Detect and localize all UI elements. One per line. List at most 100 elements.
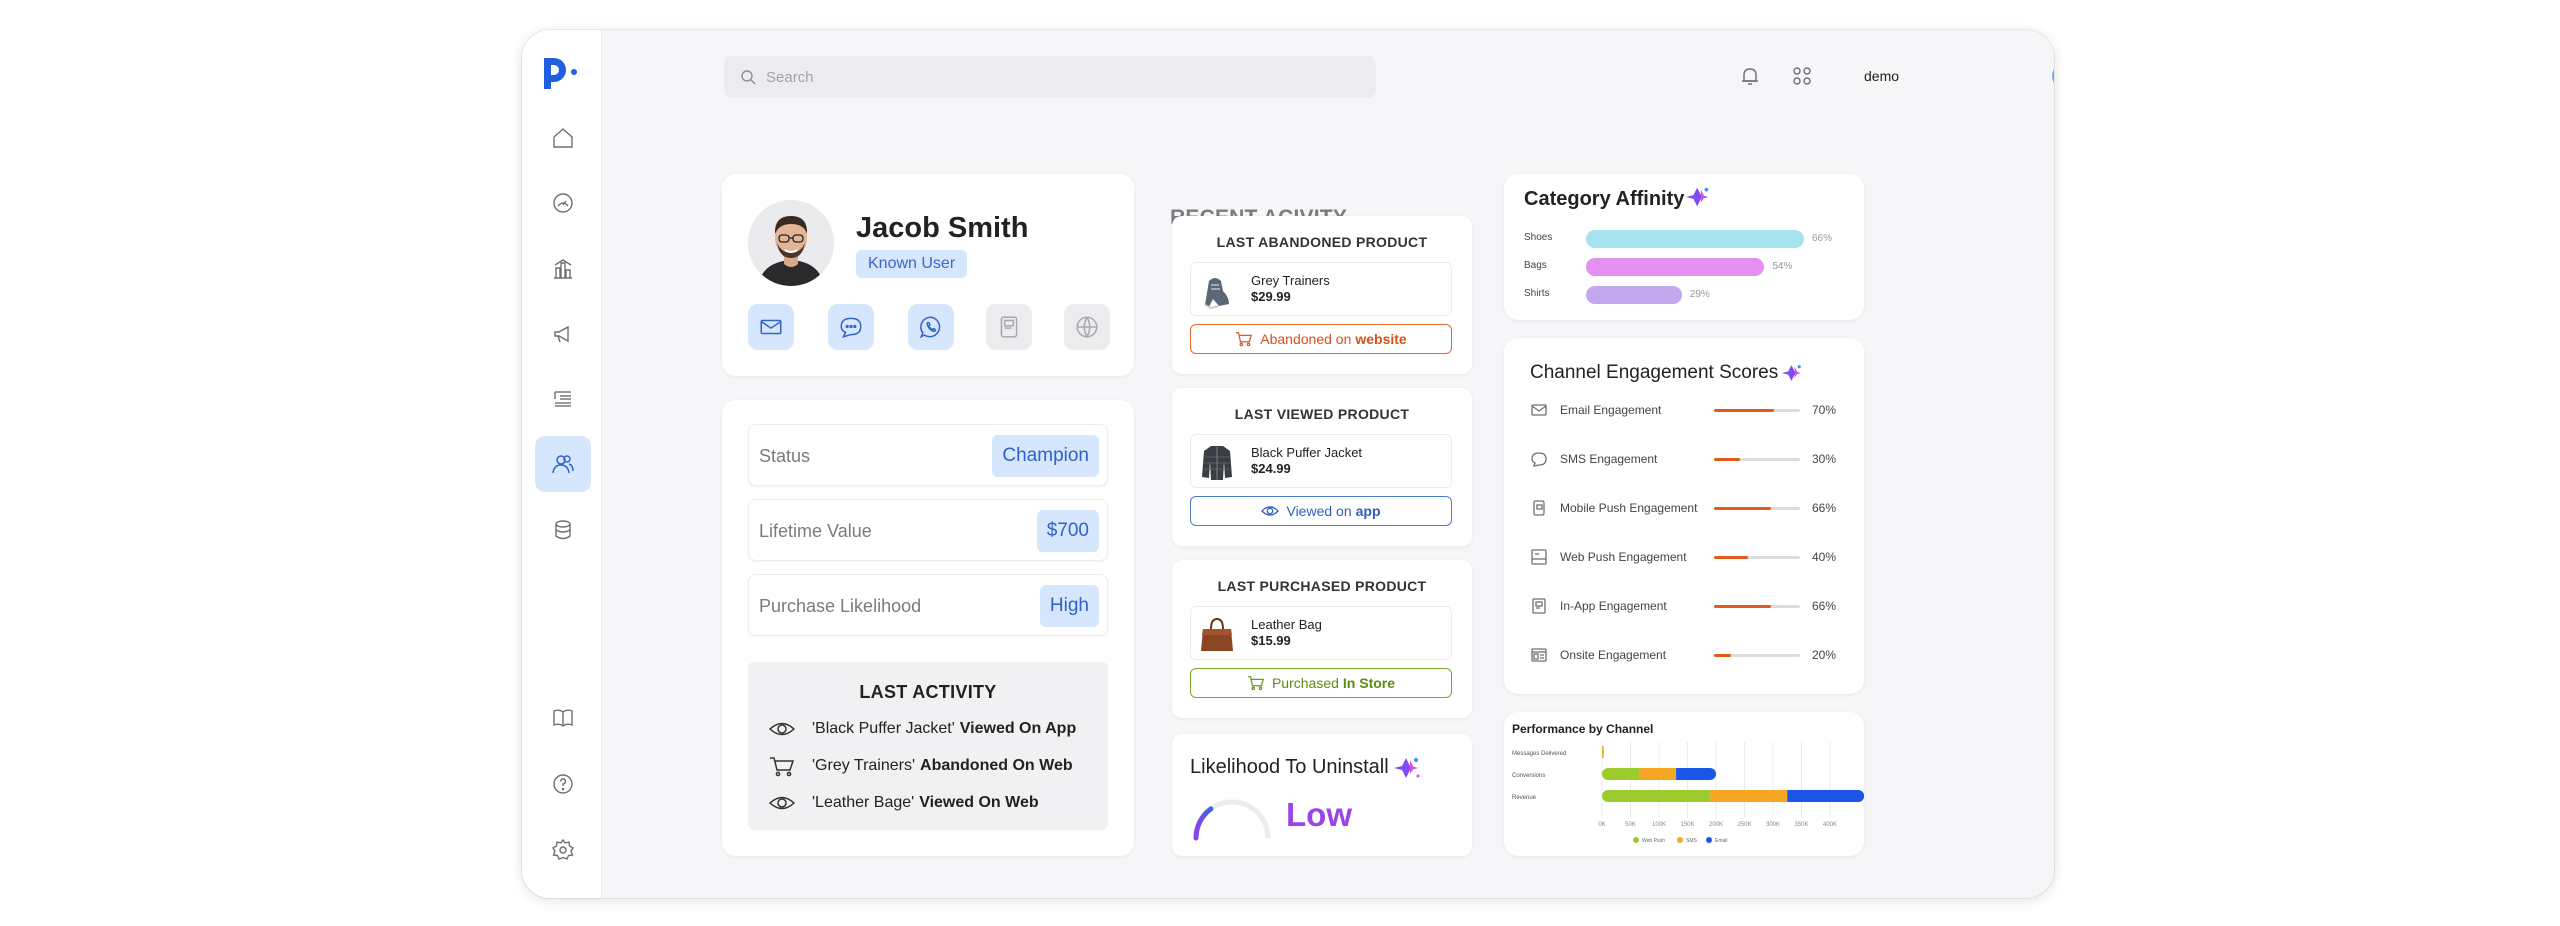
category-label: Conversions <box>1512 773 1545 779</box>
search-icon <box>741 70 756 85</box>
engagement-track <box>1714 556 1800 559</box>
product-item[interactable]: Grey Trainers $29.99 <box>1190 262 1452 316</box>
brand-logo-icon[interactable] <box>540 52 584 92</box>
engagement-label: In-App Engagement <box>1560 599 1667 613</box>
category-row: Bags 54% <box>1524 258 1844 276</box>
app-window: demo Jacob Smith Known User <box>522 30 2054 898</box>
abandoned-on-website-button[interactable]: Abandoned on website <box>1190 324 1452 354</box>
product-item[interactable]: Leather Bag $15.99 <box>1190 606 1452 660</box>
product-item[interactable]: Black Puffer Jacket $24.99 <box>1190 434 1452 488</box>
engagement-percent: 40% <box>1812 550 1837 564</box>
engagement-label: Web Push Engagement <box>1560 550 1687 564</box>
sms-channel-button[interactable] <box>828 304 874 350</box>
user-avatar[interactable] <box>2052 63 2054 89</box>
activity-item: 'Grey Trainers' Abandoned On Web <box>768 755 1073 777</box>
activity-item-action: Viewed On App <box>959 720 1077 737</box>
jacket-image <box>1202 446 1232 480</box>
legend-swatch <box>1706 837 1712 843</box>
product-price: $24.99 <box>1251 461 1291 476</box>
bar-segment <box>1787 790 1864 802</box>
nav-docs[interactable] <box>535 690 591 746</box>
x-tick-label: 400K <box>1823 822 1837 828</box>
x-tick-label: 150K <box>1680 822 1694 828</box>
bar-segment <box>1602 768 1640 780</box>
engagement-row: Onsite Engagement 20% <box>1530 645 1840 665</box>
activity-item-name: 'Leather Bage' <box>812 794 915 811</box>
purchased-in-store-button[interactable]: Purchased In Store <box>1190 668 1452 698</box>
whatsapp-channel-button[interactable] <box>908 304 954 350</box>
mobile-push-icon <box>1000 316 1018 338</box>
eye-icon <box>768 796 796 810</box>
category-percent: 29% <box>1689 289 1710 300</box>
email-channel-button[interactable] <box>748 304 794 350</box>
activity-item-action: Abandoned On Web <box>920 757 1073 774</box>
performance-by-channel-card: Performance by Channel 0K 50K 100K 150K 200K… <box>1504 712 1864 856</box>
bar-segment <box>1676 768 1716 780</box>
engagement-percent: 66% <box>1812 599 1837 613</box>
bar-segment <box>1602 790 1711 802</box>
profile-photo <box>748 200 834 286</box>
action-channel: app <box>1355 503 1381 519</box>
uninstall-likelihood-card: Likelihood To Uninstall Low <box>1172 734 1472 856</box>
bar-segment <box>1639 768 1677 780</box>
x-tick-label: 350K <box>1794 822 1808 828</box>
engagement-percent: 66% <box>1812 501 1837 515</box>
engagement-fill <box>1714 556 1749 559</box>
engagement-label: Mobile Push Engagement <box>1560 501 1698 515</box>
content-list-icon <box>554 391 571 407</box>
lifetime-value-label: Lifetime Value <box>759 521 872 541</box>
product-price: $29.99 <box>1251 289 1291 304</box>
username-label[interactable]: demo <box>1864 68 1899 84</box>
nav-content[interactable] <box>535 371 591 427</box>
search-box[interactable] <box>724 56 1376 98</box>
cart-icon <box>1236 332 1253 347</box>
engagement-fill <box>1714 605 1771 608</box>
engagement-fill <box>1714 409 1775 412</box>
engagement-row: Mobile Push Engagement 66% <box>1530 498 1840 518</box>
last-activity-panel: LAST ACTIVITY 'Black Puffer Jacket' View… <box>748 662 1108 830</box>
product-name: Grey Trainers <box>1251 273 1330 288</box>
nav-home[interactable] <box>535 110 591 166</box>
lifetime-value-badge: $700 <box>1036 510 1099 552</box>
nav-dashboard[interactable] <box>535 175 591 231</box>
top-bar: demo <box>602 30 2054 120</box>
category-affinity-title: Category Affinity <box>1524 188 1685 210</box>
action-prefix: Viewed on <box>1286 503 1352 519</box>
search-input[interactable] <box>766 68 1326 86</box>
status-row: Status Champion <box>748 424 1108 486</box>
status-label: Status <box>759 446 811 466</box>
last-activity-title: LAST ACTIVITY <box>859 682 997 702</box>
nav-settings[interactable] <box>535 822 591 878</box>
cart-icon <box>1247 676 1265 691</box>
cart-icon <box>770 757 795 777</box>
category-bar <box>1586 258 1765 276</box>
engagement-track <box>1714 458 1800 461</box>
purchase-likelihood-badge: High <box>1039 585 1099 627</box>
action-prefix: Purchased <box>1271 675 1339 691</box>
help-icon <box>553 774 573 794</box>
gauge-icon <box>553 193 573 213</box>
action-prefix: Abandoned on <box>1260 331 1352 347</box>
apps-grid-icon[interactable] <box>1790 64 1814 88</box>
purchase-likelihood-row: Purchase Likelihood High <box>748 574 1108 636</box>
performance-chart: 0K 50K 100K 150K 200K 250K 300K 350K 400K Message… <box>1512 742 1864 844</box>
mobile-push-channel-button[interactable] <box>986 304 1032 350</box>
engagement-track <box>1714 654 1800 657</box>
engagement-label: Email Engagement <box>1560 403 1662 417</box>
web-push-channel-button[interactable] <box>1064 304 1110 350</box>
engagement-percent: 20% <box>1812 648 1837 662</box>
viewed-on-app-button[interactable]: Viewed on app <box>1190 496 1452 526</box>
whatsapp-icon <box>919 316 941 339</box>
nav-help[interactable] <box>535 756 591 812</box>
product-price: $15.99 <box>1251 633 1291 648</box>
nav-data[interactable] <box>535 502 591 558</box>
nav-analytics[interactable] <box>535 241 591 297</box>
x-tick-label: 200K <box>1709 822 1723 828</box>
uninstall-title: Likelihood To Uninstall <box>1190 756 1389 778</box>
nav-campaigns[interactable] <box>535 306 591 362</box>
legend-label: Email <box>1715 838 1728 844</box>
nav-audience[interactable] <box>535 436 591 492</box>
x-tick-label: 300K <box>1766 822 1780 828</box>
last-abandoned-card: LAST ABANDONED PRODUCT Grey Trainers $29… <box>1172 216 1472 374</box>
bell-icon[interactable] <box>1738 64 1762 88</box>
